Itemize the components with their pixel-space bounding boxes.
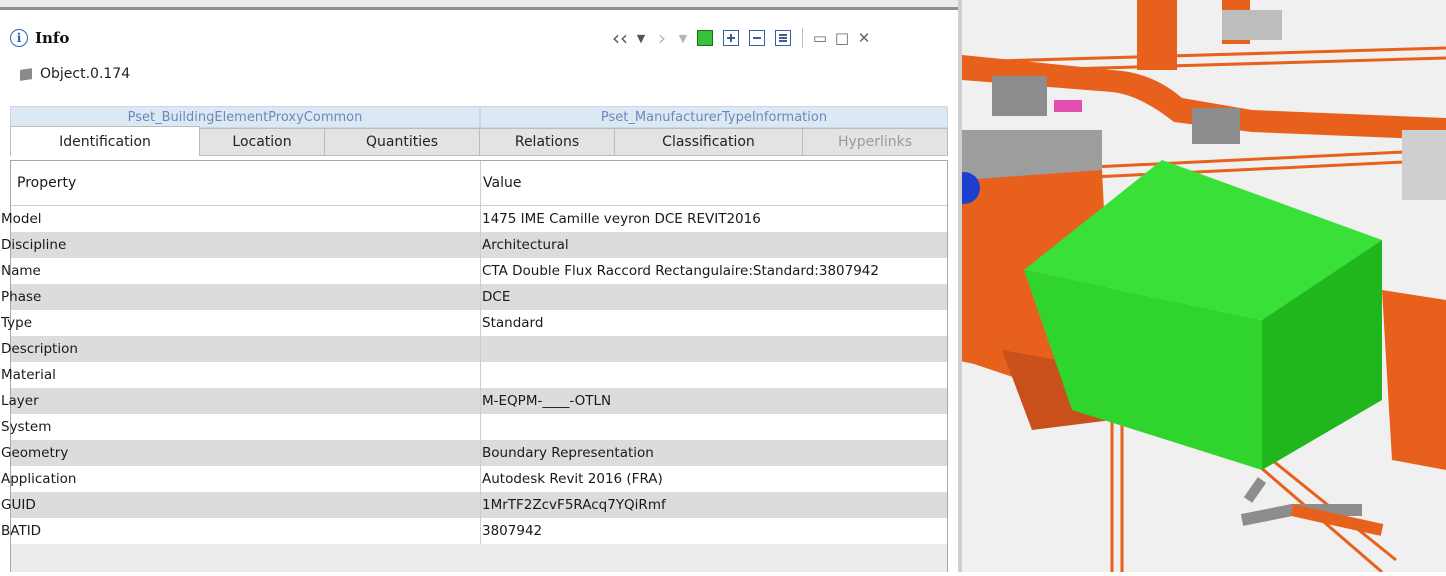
value-cell: Autodesk Revit 2016 (FRA) [482,471,663,487]
table-row[interactable]: Layer M-EQPM-____-OTLN [1,388,947,414]
value-cell: Architectural [482,237,569,253]
tab-location[interactable]: Location [200,128,325,156]
panel-top-border [0,0,958,10]
property-cell: System [1,414,481,440]
table-row[interactable]: Model 1475 IME Camille veyron DCE REVIT20… [1,206,947,232]
value-cell: DCE [482,289,511,305]
value-cell: M-EQPM-____-OTLN [482,393,612,409]
object-cube-icon [20,67,32,81]
table-row[interactable]: Material [1,362,947,388]
collapse-all-button[interactable] [746,27,768,49]
property-cell: BATID [1,518,481,544]
tab-relations[interactable]: Relations [480,128,615,156]
value-column-header[interactable]: Value [481,161,947,205]
toolbar-separator [802,28,803,48]
collapse-all-icon [749,30,765,46]
restore-window-button[interactable]: ▭ [809,26,831,50]
tab-pset-manufacturer-type-information[interactable]: Pset_ManufacturerTypeInformation [480,106,948,128]
property-cell: Discipline [1,232,481,258]
table-row[interactable]: Name CTA Double Flux Raccord Rectangulair… [1,258,947,284]
value-cell: 1475 IME Camille veyron DCE REVIT2016 [482,211,761,227]
expand-all-button[interactable] [720,27,742,49]
property-cell: Model [1,206,481,232]
panel-toolbar: ‹‹ ▼ › ▼ ▭ □ ✕ [608,25,875,51]
property-cell: Material [1,362,481,388]
property-cell: GUID [1,492,481,518]
table-row[interactable]: BATID 3807942 [1,518,947,544]
table-row[interactable]: Geometry Boundary Representation [1,440,947,466]
value-cell: 3807942 [482,523,543,539]
selected-object-label: Object.0.174 [40,66,131,82]
list-view-button[interactable] [772,27,794,49]
tab-pset-building-element-proxy-common[interactable]: Pset_BuildingElementProxyCommon [10,106,480,128]
expand-all-icon [723,30,739,46]
property-cell: Application [1,466,481,492]
forward-button[interactable]: › [650,26,674,50]
info-icon: i [10,29,28,47]
main-tab-row: Identification Location Quantities Relat… [10,126,948,156]
tab-hyperlinks[interactable]: Hyperlinks [803,128,948,156]
follow-selection-icon [697,30,713,46]
property-column-header[interactable]: Property [11,161,481,205]
follow-selection-button[interactable] [694,27,716,49]
table-row[interactable]: System [1,414,947,440]
property-cell: Type [1,310,481,336]
property-cell: Geometry [1,440,481,466]
property-table-body: Model 1475 IME Camille veyron DCE REVIT20… [1,206,947,544]
property-cell: Layer [1,388,481,414]
3d-model-render[interactable] [948,0,1446,574]
value-cell: CTA Double Flux Raccord Rectangulaire:St… [482,263,879,279]
selected-object-row: Object.0.174 [20,62,130,86]
list-view-icon [775,30,791,46]
table-row[interactable]: Discipline Architectural [1,232,947,258]
close-window-button[interactable]: ✕ [853,26,875,50]
property-cell: Phase [1,284,481,310]
value-cell: Boundary Representation [482,445,654,461]
table-row[interactable]: Phase DCE [1,284,947,310]
table-row[interactable]: Description [1,336,947,362]
back-history-dropdown[interactable]: ▼ [632,26,650,50]
tab-classification[interactable]: Classification [615,128,803,156]
back-button[interactable]: ‹‹ [608,26,632,50]
pset-tab-row: Pset_BuildingElementProxyCommon Pset_Man… [10,106,948,128]
table-row[interactable]: Application Autodesk Revit 2016 (FRA) [1,466,947,492]
value-cell [481,414,947,440]
tab-quantities[interactable]: Quantities [325,128,480,156]
forward-history-dropdown[interactable]: ▼ [674,26,692,50]
table-row[interactable]: Type Standard [1,310,947,336]
table-row[interactable]: GUID 1MrTF2ZcvF5RAcq7YQiRmf [1,492,947,518]
value-cell: 1MrTF2ZcvF5RAcq7YQiRmf [482,497,666,513]
maximize-window-button[interactable]: □ [831,26,853,50]
value-cell [481,362,947,388]
panel-title-row: i Info [10,26,69,50]
tab-identification[interactable]: Identification [10,126,200,156]
property-table-header: Property Value [11,161,947,206]
value-cell: Standard [482,315,544,331]
value-cell [481,336,947,362]
property-cell: Description [1,336,481,362]
panel-title: Info [35,29,70,47]
property-table: Property Value Model 1475 IME Camille vey… [1,160,948,572]
info-panel: i Info ‹‹ ▼ › ▼ ▭ □ ✕ Object.0.174 Pset_… [0,0,958,572]
3d-viewport[interactable] [948,0,1446,574]
property-cell: Name [1,258,481,284]
